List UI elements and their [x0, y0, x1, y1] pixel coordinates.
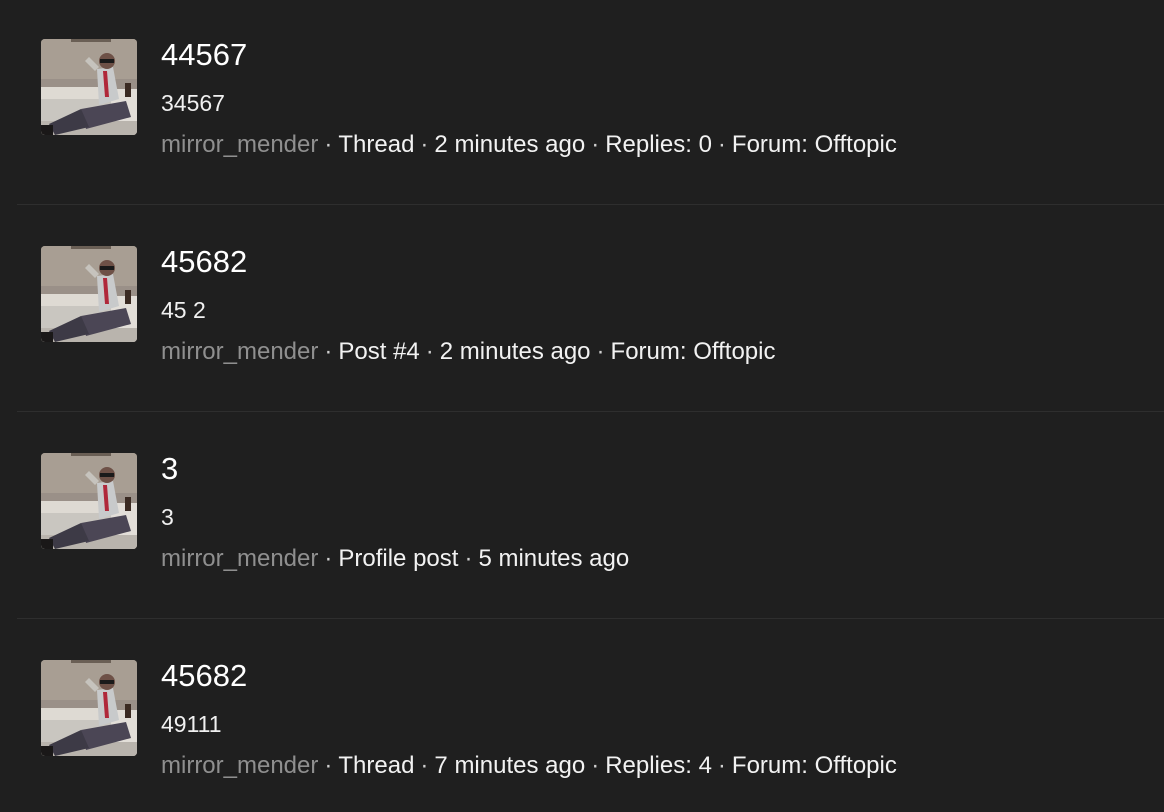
- result-type: Post #4: [338, 338, 420, 365]
- meta-separator: ·: [591, 131, 600, 158]
- result-type: Profile post: [338, 545, 459, 572]
- avatar-image: [41, 453, 137, 549]
- result-title[interactable]: 3: [161, 451, 178, 487]
- search-result-item[interactable]: 3 3 mirror_mender · Profile post · 5 minutes…: [0, 414, 1164, 621]
- search-result-item[interactable]: 44567 34567 mirror_mender · Thread · 2 minut…: [0, 0, 1164, 207]
- avatar[interactable]: [41, 453, 137, 549]
- meta-separator: ·: [420, 131, 429, 158]
- result-title[interactable]: 45682: [161, 658, 247, 694]
- result-time: 5 minutes ago: [478, 545, 630, 572]
- meta-separator: ·: [425, 338, 434, 365]
- meta-separator: ·: [596, 338, 605, 365]
- result-username[interactable]: mirror_mender: [161, 752, 318, 779]
- meta-separator: ·: [717, 752, 726, 779]
- result-replies: Replies: 0: [605, 131, 712, 158]
- result-forum[interactable]: Forum: Offtopic: [732, 131, 897, 158]
- result-snippet: 49111: [161, 711, 222, 737]
- result-snippet: 34567: [161, 90, 225, 116]
- result-divider: [17, 411, 1164, 412]
- meta-separator: ·: [464, 545, 473, 572]
- result-title[interactable]: 45682: [161, 244, 247, 280]
- search-result-item[interactable]: 45682 45 2 mirror_mender · Post #4 · 2 minut…: [0, 207, 1164, 414]
- meta-separator: ·: [324, 131, 333, 158]
- avatar[interactable]: [41, 660, 137, 756]
- result-username[interactable]: mirror_mender: [161, 131, 318, 158]
- result-time: 2 minutes ago: [439, 338, 591, 365]
- meta-separator: ·: [420, 752, 429, 779]
- result-meta: mirror_mender · Thread · 2 minutes ago · Repli…: [161, 130, 897, 160]
- meta-separator: ·: [324, 545, 333, 572]
- meta-separator: ·: [717, 131, 726, 158]
- avatar[interactable]: [41, 246, 137, 342]
- avatar-image: [41, 39, 137, 135]
- result-username[interactable]: mirror_mender: [161, 338, 318, 365]
- result-replies: Replies: 4: [605, 752, 712, 779]
- result-type: Thread: [338, 752, 415, 779]
- search-result-item[interactable]: 45682 49111 mirror_mender · Thread · 7 minut…: [0, 621, 1164, 812]
- result-snippet: 45 2: [161, 297, 206, 323]
- meta-separator: ·: [324, 338, 333, 365]
- avatar[interactable]: [41, 39, 137, 135]
- result-meta: mirror_mender · Profile post · 5 minutes ago: [161, 544, 629, 574]
- result-divider: [17, 618, 1164, 619]
- meta-separator: ·: [591, 752, 600, 779]
- avatar-image: [41, 246, 137, 342]
- result-time: 2 minutes ago: [434, 131, 586, 158]
- result-divider: [17, 204, 1164, 205]
- search-results-list: 44567 34567 mirror_mender · Thread · 2 minut…: [0, 0, 1164, 812]
- result-forum[interactable]: Forum: Offtopic: [732, 752, 897, 779]
- avatar-image: [41, 660, 137, 756]
- result-meta: mirror_mender · Thread · 7 minutes ago · Repli…: [161, 751, 897, 781]
- meta-separator: ·: [324, 752, 333, 779]
- result-meta: mirror_mender · Post #4 · 2 minutes ago · Foru…: [161, 337, 775, 367]
- result-title[interactable]: 44567: [161, 37, 247, 73]
- result-type: Thread: [338, 131, 415, 158]
- result-forum[interactable]: Forum: Offtopic: [611, 338, 776, 365]
- result-username[interactable]: mirror_mender: [161, 545, 318, 572]
- result-time: 7 minutes ago: [434, 752, 586, 779]
- result-snippet: 3: [161, 504, 174, 530]
